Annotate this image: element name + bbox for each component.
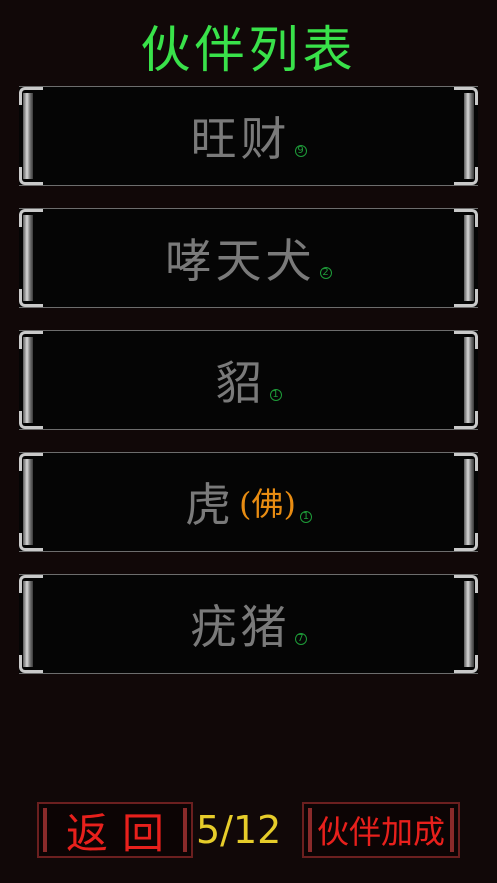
companion-level-badge: 1	[299, 511, 312, 523]
companion-name: 虎	[185, 478, 235, 532]
companion-level-badge: 2	[319, 267, 332, 279]
companion-name: 哮天犬	[165, 234, 316, 288]
companion-label: 旺财 9	[19, 87, 478, 185]
companion-name: 貂	[215, 356, 266, 410]
companion-label: 疣猪 7	[19, 575, 478, 673]
companion-card[interactable]: 虎 (佛) 1	[19, 452, 478, 552]
companion-bonus-button[interactable]: 伙伴加成	[302, 802, 460, 858]
back-button[interactable]: 返回	[37, 802, 193, 858]
companion-card[interactable]: 哮天犬 2	[19, 208, 478, 308]
companion-label: 虎 (佛) 1	[19, 453, 478, 551]
companion-card[interactable]: 疣猪 7	[19, 574, 478, 674]
companion-level-badge: 9	[294, 145, 307, 157]
companion-label: 哮天犬 2	[19, 209, 478, 307]
companion-level-badge: 7	[294, 633, 307, 645]
page-title: 伙伴列表	[140, 21, 357, 79]
companion-level-badge: 1	[269, 389, 282, 401]
companion-name: 疣猪	[190, 600, 291, 654]
companion-tag: (佛)	[239, 485, 296, 523]
companion-card[interactable]: 旺财 9	[19, 86, 478, 186]
companion-label: 貂 1	[19, 331, 478, 429]
companion-name: 旺财	[190, 112, 291, 166]
companion-count: 5/12	[196, 808, 282, 852]
companion-card[interactable]: 貂 1	[19, 330, 478, 430]
